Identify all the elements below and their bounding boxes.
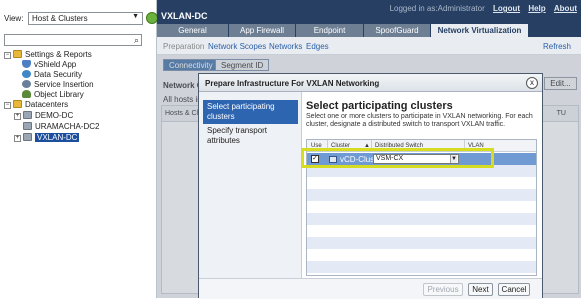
search-icon[interactable]: ⌕ (134, 35, 139, 46)
dialog-title-bar: Prepare Infrastructure For VXLAN Network… (199, 74, 542, 92)
globe-icon (22, 70, 31, 78)
close-icon[interactable]: x (526, 77, 538, 89)
refresh-link[interactable]: Refresh (543, 42, 571, 51)
step-description: Select one or more clusters to participa… (306, 113, 533, 128)
tree-item-object-library[interactable]: Object Library (22, 90, 84, 100)
datacenter-icon (23, 122, 32, 130)
dialog-footer: Previous Next Cancel (199, 278, 542, 299)
tree-item-vxlan-dc[interactable]: + VXLAN-DC (14, 133, 80, 143)
chevron-down-icon: ▼ (132, 13, 139, 20)
table-row (307, 213, 536, 225)
search-input[interactable]: ⌕ (4, 34, 142, 46)
navigation-panel: View: Host & Clusters ▼ ⌕ − Settings & Re… (0, 0, 158, 298)
subnav-edges[interactable]: Edges (306, 42, 329, 51)
tab-network-virtualization[interactable]: Network Virtualization (431, 24, 529, 37)
tree-item-data-security[interactable]: Data Security (22, 70, 82, 80)
library-icon (22, 90, 31, 98)
folder-icon (13, 100, 22, 108)
tab-general[interactable]: General (157, 24, 229, 37)
table-row (307, 201, 536, 213)
previous-button[interactable]: Previous (423, 283, 463, 296)
tab-endpoint[interactable]: Endpoint (296, 24, 364, 37)
table-row (307, 237, 536, 249)
highlight-box (301, 148, 494, 168)
wizard-steps: Select participating clusters Specify tr… (199, 92, 302, 298)
tree-item-vshield[interactable]: vShield App (22, 60, 76, 70)
tree-item-service-insertion[interactable]: Service Insertion (22, 80, 94, 90)
login-info: Logged in as:Administrator Logout Help A… (389, 4, 577, 13)
view-select[interactable]: Host & Clusters ▼ (28, 12, 143, 25)
datacenter-icon (23, 111, 32, 119)
table-row (307, 225, 536, 237)
step-transport-attributes[interactable]: Specify transport attributes (203, 124, 298, 148)
view-label: View: (4, 14, 24, 23)
header-bar: VXLAN-DC Logged in as:Administrator Logo… (157, 0, 581, 37)
expand-icon[interactable]: + (14, 135, 21, 142)
prepare-infrastructure-dialog: Prepare Infrastructure For VXLAN Network… (198, 73, 543, 299)
logout-link[interactable]: Logout (493, 4, 520, 13)
table-row (307, 189, 536, 201)
tree-item-demo-dc[interactable]: + DEMO-DC (14, 111, 73, 121)
next-button[interactable]: Next (468, 283, 493, 296)
tab-spoofguard[interactable]: SpoofGuard (364, 24, 431, 37)
table-row (307, 261, 536, 273)
gear-icon (22, 80, 31, 88)
tree-item-uramacha[interactable]: URAMACHA-DC2 (23, 122, 99, 132)
tab-app-firewall[interactable]: App Firewall (229, 24, 296, 37)
expand-icon[interactable]: + (14, 113, 21, 120)
step-heading: Select participating clusters (306, 100, 453, 112)
folder-icon (13, 50, 22, 58)
sub-navigation: Preparation Network Scopes Networks Edge… (157, 37, 581, 55)
view-row: View: Host & Clusters ▼ (4, 12, 158, 26)
tree-item-datacenters[interactable]: − Datacenters (4, 100, 68, 110)
subnav-networks[interactable]: Networks (269, 42, 302, 51)
collapse-icon[interactable]: − (4, 102, 11, 109)
cancel-button[interactable]: Cancel (498, 283, 530, 296)
help-link[interactable]: Help (528, 4, 545, 13)
tree-item-settings[interactable]: − Settings & Reports (4, 50, 92, 60)
datacenter-icon (23, 133, 32, 141)
about-link[interactable]: About (554, 4, 577, 13)
step-select-clusters[interactable]: Select participating clusters (203, 100, 298, 124)
table-row (307, 177, 536, 189)
subnav-preparation[interactable]: Preparation (163, 42, 204, 51)
view-select-value: Host & Clusters (32, 14, 88, 23)
table-row (307, 249, 536, 261)
collapse-icon[interactable]: − (4, 52, 11, 59)
shield-icon (22, 60, 31, 68)
dialog-title: Prepare Infrastructure For VXLAN Network… (205, 79, 380, 88)
subnav-network-scopes[interactable]: Network Scopes (208, 42, 266, 51)
page-title: VXLAN-DC (161, 11, 208, 21)
dialog-main: Select participating clusters Select one… (303, 92, 543, 278)
